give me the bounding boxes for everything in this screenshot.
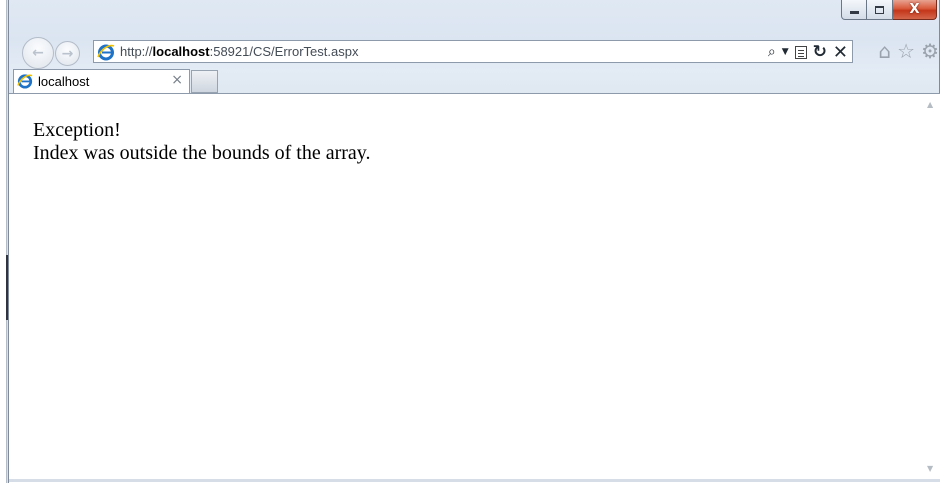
tab-strip: localhost × [9,67,940,93]
close-window-button[interactable]: X [893,0,937,20]
maximize-button[interactable] [867,0,893,20]
search-icon[interactable]: ⌕ [768,44,776,60]
address-tools: ⌕ ▼ ↻ ✕ [768,42,848,63]
url-path: :58921/CS/ErrorTest.aspx [209,44,359,59]
chevron-down-icon[interactable]: ▼ [782,47,789,57]
exception-detail: Index was outside the bounds of the arra… [33,142,371,164]
maximize-icon [875,5,884,14]
close-tab-icon[interactable]: × [171,72,183,88]
home-icon[interactable]: ⌂ [878,40,891,62]
tab-title: localhost [38,74,90,89]
error-message: Exception! Index was outside the bounds … [33,119,371,165]
tab-localhost[interactable]: localhost × [13,69,190,93]
ie-logo-icon [97,44,115,61]
navigation-bar: ← → http://localhost:58921/CS/ErrorTest.… [9,37,940,69]
minimize-icon [849,11,859,14]
new-tab-button[interactable] [191,70,218,93]
compatibility-view-icon[interactable] [794,45,807,59]
browser-toolbar: ⌂ ☆ ⚙ [878,40,939,62]
back-button[interactable]: ← [22,37,54,69]
page-content: Exception! Index was outside the bounds … [9,93,940,483]
minimize-button[interactable] [841,0,867,20]
tools-gear-icon[interactable]: ⚙ [921,40,939,62]
vertical-scrollbar[interactable]: ▲ ▼ [923,94,940,483]
close-icon: X [909,2,920,17]
forward-arrow-icon: → [61,45,74,62]
url-prefix: http:// [120,44,153,59]
ie-logo-icon [17,74,33,89]
scroll-up-icon[interactable]: ▲ [927,100,933,109]
stop-icon[interactable]: ✕ [833,42,848,63]
url-text[interactable]: http://localhost:58921/CS/ErrorTest.aspx [120,44,358,59]
forward-button[interactable]: → [55,41,80,66]
url-host: localhost [152,44,210,59]
refresh-icon[interactable]: ↻ [813,42,827,62]
favorites-star-icon[interactable]: ☆ [897,40,915,62]
browser-window: X ← → http://localhost:58921/CS/ErrorTes… [8,0,940,483]
window-bottom-edge [9,479,940,482]
back-arrow-icon: ← [32,45,44,61]
address-bar[interactable]: http://localhost:58921/CS/ErrorTest.aspx… [93,40,853,63]
scroll-down-icon[interactable]: ▼ [927,464,933,473]
exception-heading: Exception! [33,119,121,141]
caption-buttons: X [841,0,937,20]
